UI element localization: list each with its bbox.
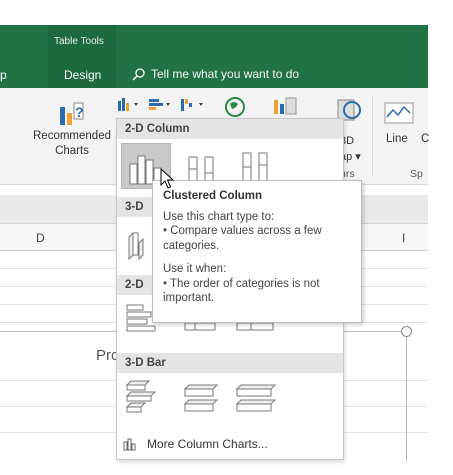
recommended-charts-label-2: Charts <box>55 145 89 157</box>
map-chart-icon[interactable] <box>222 96 250 118</box>
recommended-charts-label: Recommended <box>33 130 111 142</box>
waterfall-chart-icon[interactable] <box>180 97 210 113</box>
tab-design[interactable]: Design <box>64 68 101 82</box>
pivot-chart-icon[interactable] <box>272 96 302 118</box>
tooltip-line: • The order of categories is not importa… <box>163 277 320 305</box>
section-2d-column: 2-D Column <box>117 119 343 139</box>
recommended-charts-icon: ? <box>60 102 84 125</box>
svg-text:?: ? <box>75 104 84 120</box>
3d-stacked-bar-option[interactable] <box>179 377 227 421</box>
search-icon <box>132 67 145 81</box>
column-chart-small-icon <box>123 438 136 451</box>
tooltip-line: Use it when: <box>163 263 227 275</box>
more-column-charts-link[interactable]: More Column Charts... <box>123 437 268 451</box>
sparklines-group-label: Sp <box>410 168 423 180</box>
tooltip-title: Clustered Column <box>163 190 263 202</box>
section-3d-bar: 3-D Bar <box>117 353 343 373</box>
recommended-charts-button[interactable]: ? Recommended Charts <box>28 97 116 159</box>
tooltip-line: • Compare values across a few categories… <box>163 225 322 252</box>
tooltip-line: Use this chart type to: <box>163 210 275 223</box>
clustered-column-tooltip: Clustered Column Use this chart type to:… <box>152 180 362 323</box>
line-sparkline-icon[interactable] <box>384 102 414 124</box>
line-sparkline-label[interactable]: Line <box>386 133 408 145</box>
mouse-pointer-icon <box>160 168 175 189</box>
tell-me-text: Tell me what you want to do <box>151 67 300 81</box>
3d-100-stacked-bar-icon <box>235 384 277 412</box>
column-header-i[interactable]: I <box>402 231 405 245</box>
table-tools-label: Table Tools <box>54 36 104 47</box>
tab-partial[interactable]: p <box>0 68 7 82</box>
chart-resize-handle[interactable] <box>401 326 412 337</box>
3d-stacked-bar-icon <box>183 384 219 412</box>
3d-clustered-bar-icon <box>125 380 157 413</box>
more-column-charts-label: More Column Charts... <box>147 437 268 451</box>
column-chart-icon[interactable] <box>117 97 145 113</box>
column-header-d[interactable]: D <box>36 231 45 245</box>
column-sparkline-label-partial[interactable]: C <box>421 133 429 145</box>
3d-100-stacked-bar-option[interactable] <box>233 377 281 421</box>
3d-clustered-bar-option[interactable] <box>121 377 169 421</box>
bar-chart-icon[interactable] <box>148 97 176 113</box>
group-separator <box>372 96 373 176</box>
tell-me-box[interactable]: Tell me what you want to do <box>132 67 299 81</box>
